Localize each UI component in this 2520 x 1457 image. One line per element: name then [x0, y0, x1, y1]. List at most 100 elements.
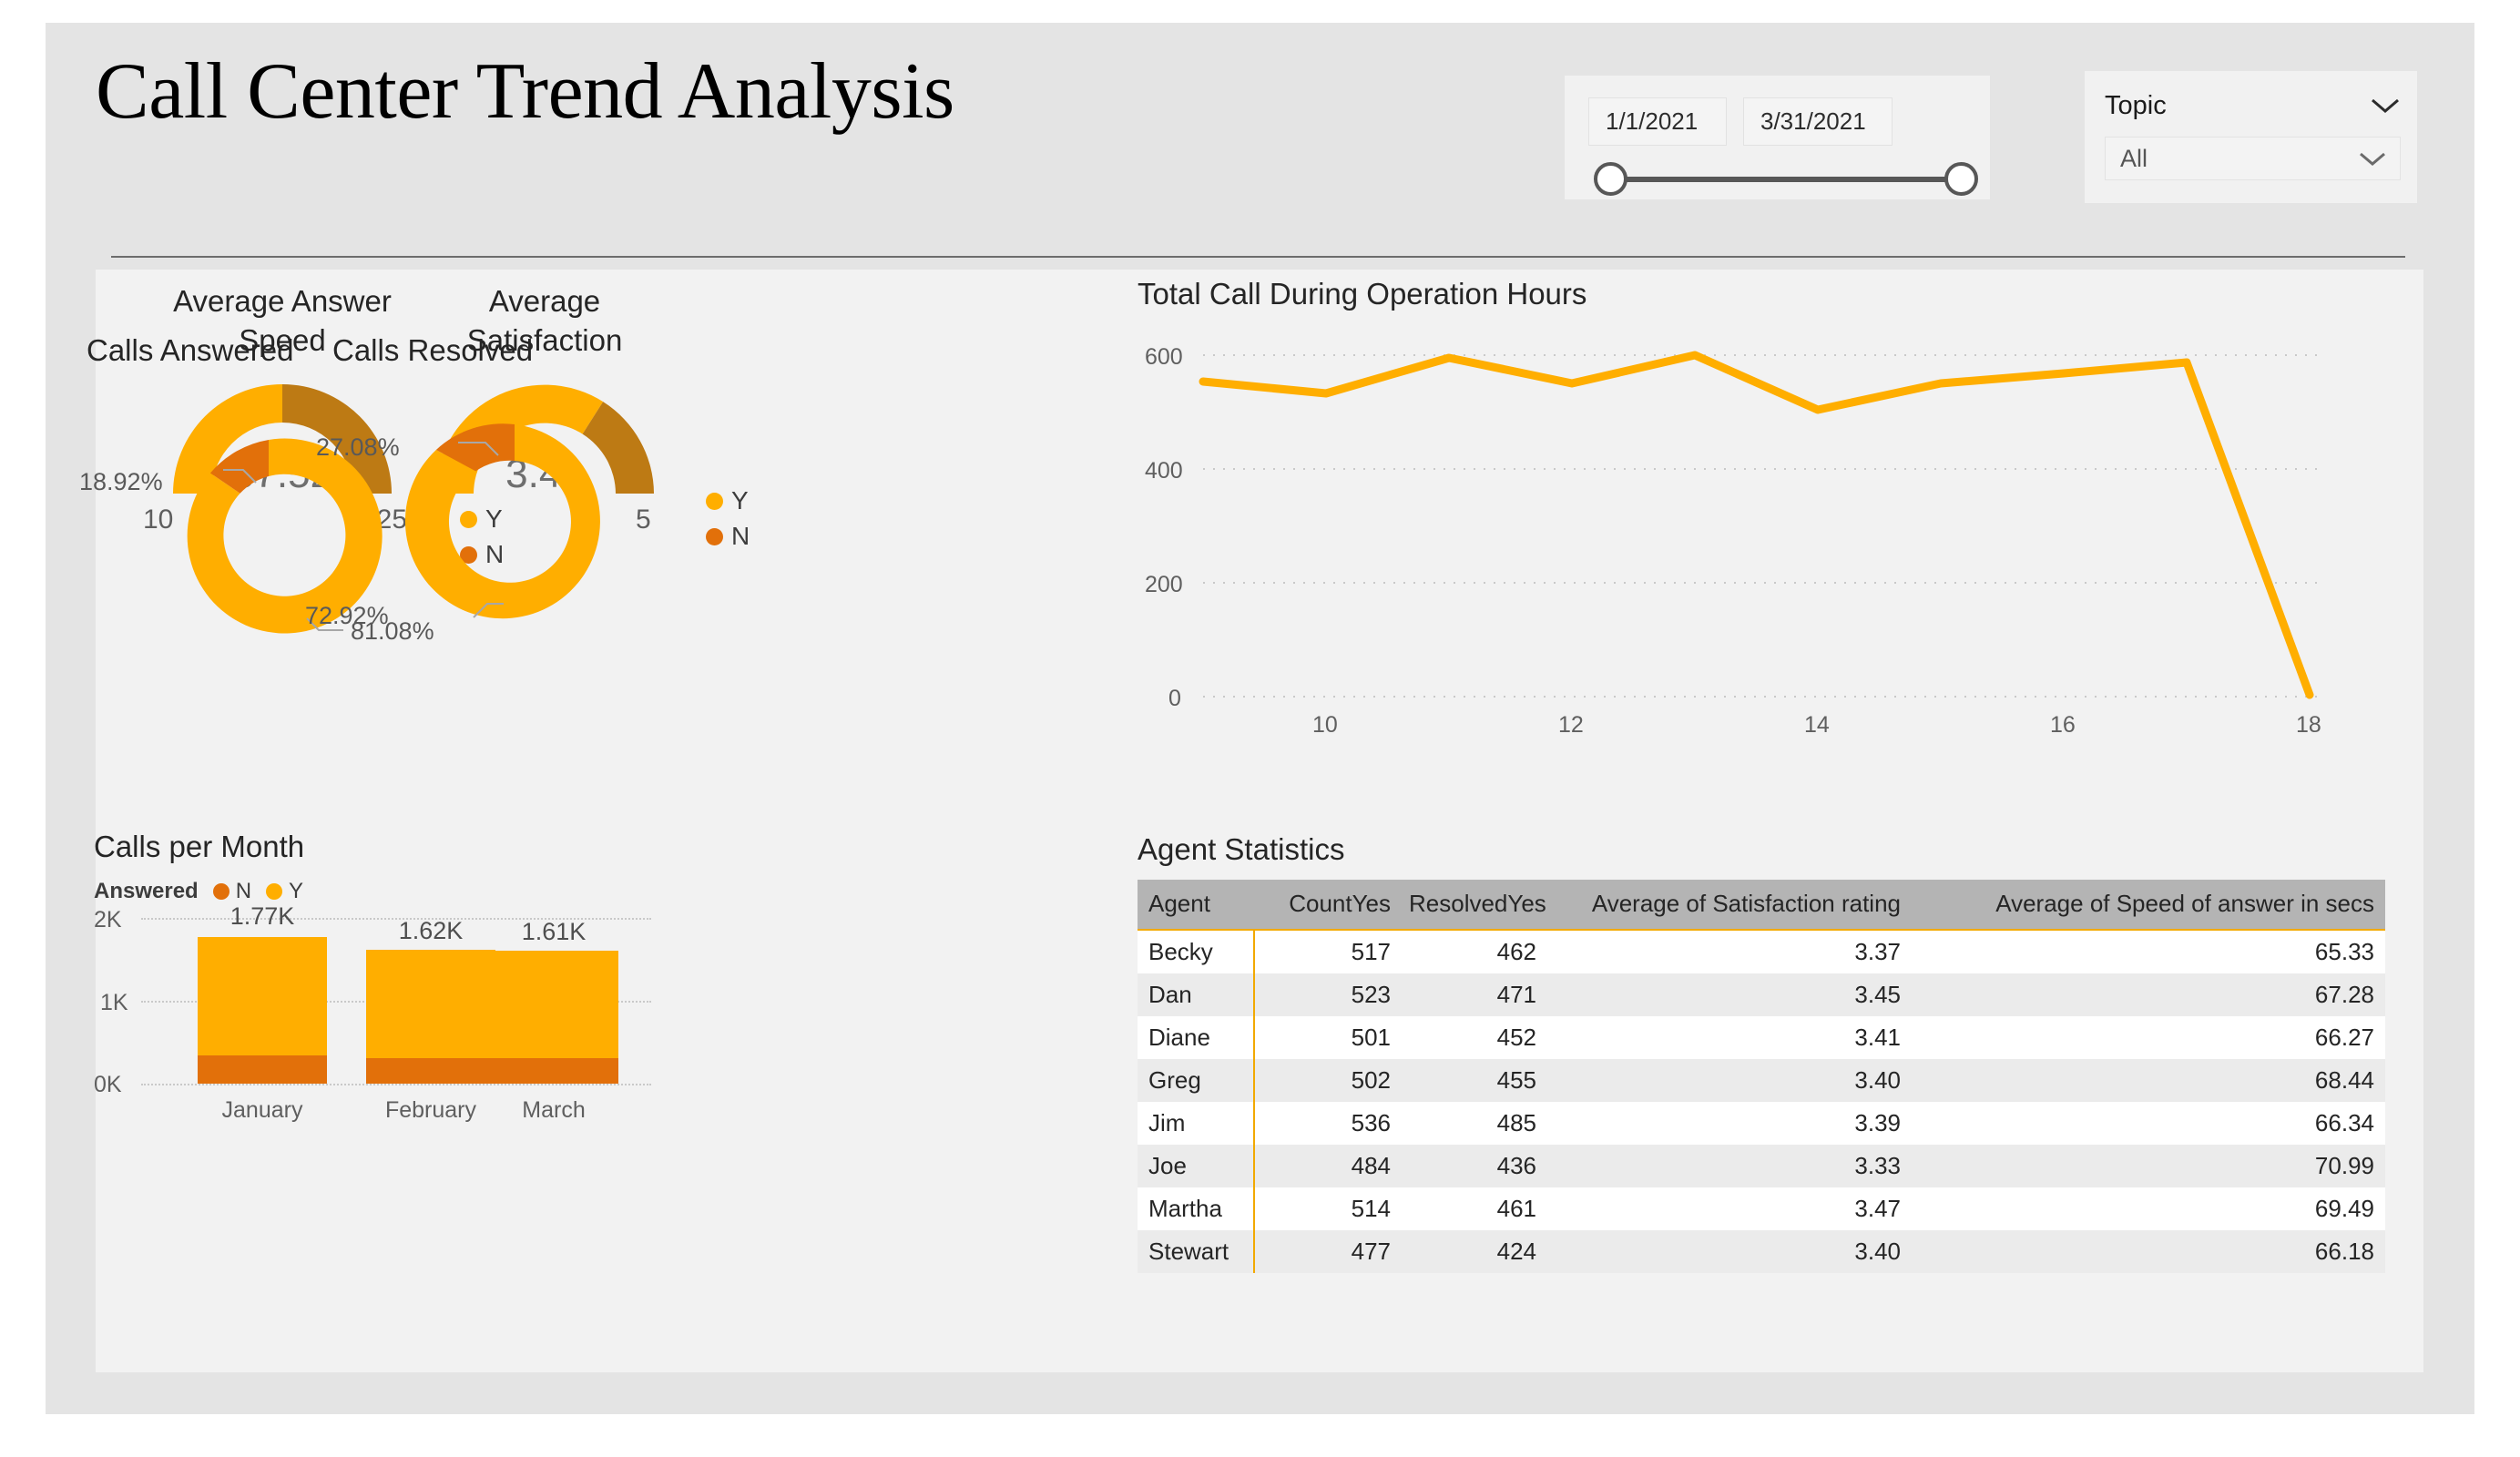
column-header-avg-speed[interactable]: Average of Speed of answer in secs	[1910, 880, 2385, 931]
cell-countyes: 517	[1254, 930, 1400, 973]
cell-speed: 65.33	[1910, 930, 2385, 973]
cell-agent: Greg	[1138, 1059, 1255, 1102]
date-end-field[interactable]: 3/31/2021	[1743, 97, 1893, 146]
column-header-agent[interactable]: Agent	[1138, 880, 1254, 931]
cell-agent: Dan	[1138, 973, 1255, 1016]
x-axis-tick: March	[522, 1097, 586, 1123]
table-row[interactable]: Martha 514 461 3.47 69.49	[1138, 1187, 2385, 1230]
date-slider-track[interactable]	[1616, 177, 1956, 182]
cell-speed: 67.28	[1910, 973, 2385, 1016]
bar-march-y[interactable]	[489, 951, 618, 1058]
cell-countyes: 477	[1254, 1230, 1400, 1273]
y-axis-tick: 0K	[94, 1072, 122, 1097]
donut-legend-item-y[interactable]: Y	[706, 486, 749, 515]
chart-calls-per-month[interactable]: Calls per Month Answered N Y 2K 1K 0K 1.…	[77, 830, 988, 1340]
legend-label: N	[235, 879, 252, 903]
legend-label: Y	[731, 486, 749, 515]
x-axis-tick: 16	[2050, 712, 2076, 738]
cell-agent: Martha	[1138, 1187, 1255, 1230]
content-panel: Average Answer Speed 67.52 10 125 Averag…	[79, 270, 2423, 1372]
bar-january-n[interactable]	[198, 1055, 327, 1084]
cell-satisfaction: 3.41	[1546, 1016, 1910, 1059]
donut-slice-label-n: 18.92%	[79, 468, 163, 495]
x-axis-tick: 18	[2296, 712, 2321, 738]
x-axis-tick: January	[221, 1097, 303, 1123]
topic-selected-value: All	[2120, 144, 2148, 172]
page-title: Call Center Trend Analysis	[96, 47, 954, 136]
y-axis-tick: 2K	[94, 907, 122, 932]
donut-legend-item-n[interactable]: N	[706, 522, 750, 551]
line-chart-svg	[1199, 351, 2317, 699]
cell-satisfaction: 3.37	[1546, 930, 1910, 973]
table-row[interactable]: Becky 517 462 3.37 65.33	[1138, 930, 2385, 973]
cell-satisfaction: 3.33	[1546, 1145, 1910, 1187]
x-axis-tick: February	[384, 1097, 477, 1123]
table-row[interactable]: Joe 484 436 3.33 70.99	[1138, 1145, 2385, 1187]
chart-title: Calls per Month	[94, 830, 305, 863]
cell-resolvedyes: 436	[1400, 1145, 1546, 1187]
table-row[interactable]: Stewart 477 424 3.40 66.18	[1138, 1230, 2385, 1273]
cell-resolvedyes: 461	[1400, 1187, 1546, 1230]
topic-dropdown[interactable]: All	[2105, 137, 2401, 180]
legend-color-swatch	[706, 492, 723, 510]
date-start-field[interactable]: 1/1/2021	[1588, 97, 1727, 146]
cell-speed: 69.49	[1910, 1187, 2385, 1230]
cell-agent: Becky	[1138, 930, 1255, 973]
bar-data-label: 1.77K	[230, 902, 295, 930]
cell-satisfaction: 3.40	[1546, 1230, 1910, 1273]
cell-agent: Diane	[1138, 1016, 1255, 1059]
donut-title: Calls Resolved	[332, 333, 534, 367]
topic-slicer[interactable]: Topic All	[2085, 71, 2417, 203]
table-row[interactable]: Greg 502 455 3.40 68.44	[1138, 1059, 2385, 1102]
cell-speed: 66.18	[1910, 1230, 2385, 1273]
cell-countyes: 536	[1254, 1102, 1400, 1145]
cell-speed: 66.34	[1910, 1102, 2385, 1145]
cell-countyes: 523	[1254, 973, 1400, 1016]
legend-title: Answered	[94, 879, 199, 903]
cell-speed: 70.99	[1910, 1145, 2385, 1187]
cell-agent: Jim	[1138, 1102, 1255, 1145]
chevron-down-icon[interactable]	[2358, 150, 2387, 168]
donut-title: Calls Answered	[87, 333, 294, 367]
agent-statistics-table: Agent CountYes ResolvedYes Average of Sa…	[1138, 880, 2385, 1273]
gridline	[141, 1084, 651, 1085]
chart-total-call-operation-hours[interactable]: Total Call During Operation Hours 600 40…	[1138, 277, 2385, 738]
cell-resolvedyes: 452	[1400, 1016, 1546, 1059]
column-header-avg-satisfaction[interactable]: Average of Satisfaction rating	[1546, 880, 1910, 931]
donut-slice-label-y: 72.92%	[305, 602, 389, 629]
cell-resolvedyes: 485	[1400, 1102, 1546, 1145]
table-row[interactable]: Diane 501 452 3.41 66.27	[1138, 1016, 2385, 1059]
table-title: Agent Statistics	[1138, 832, 1345, 866]
x-axis-tick: 14	[1804, 712, 1830, 738]
bar-february-n[interactable]	[366, 1058, 495, 1084]
legend-label: N	[731, 522, 750, 550]
legend-color-swatch	[212, 883, 230, 900]
cell-satisfaction: 3.47	[1546, 1187, 1910, 1230]
table-row[interactable]: Dan 523 471 3.45 67.28	[1138, 973, 2385, 1016]
cell-resolvedyes: 424	[1400, 1230, 1546, 1273]
date-slider-handle-left[interactable]	[1594, 162, 1627, 196]
table-agent-statistics[interactable]: Agent Statistics Agent CountYes Resolved…	[1138, 832, 2385, 1306]
chevron-down-icon[interactable]	[2370, 97, 2401, 115]
column-header-resolvedyes[interactable]: ResolvedYes	[1400, 880, 1546, 931]
cell-agent: Stewart	[1138, 1230, 1255, 1273]
header-divider	[111, 256, 2405, 258]
topic-slicer-header[interactable]: Topic	[2105, 84, 2401, 127]
cell-resolvedyes: 462	[1400, 930, 1546, 973]
cell-countyes: 502	[1254, 1059, 1400, 1102]
legend-color-swatch	[706, 527, 723, 545]
chart-legend[interactable]: Answered N Y	[94, 879, 303, 904]
cell-satisfaction: 3.40	[1546, 1059, 1910, 1102]
bar-february-y[interactable]	[366, 950, 495, 1058]
date-range-slicer[interactable]: 1/1/2021 3/31/2021	[1565, 76, 1990, 199]
table-row[interactable]: Jim 536 485 3.39 66.34	[1138, 1102, 2385, 1145]
date-slider-handle-right[interactable]	[1944, 162, 1978, 196]
bar-march-n[interactable]	[489, 1058, 618, 1084]
x-axis-tick: 10	[1312, 712, 1338, 738]
bar-january-y[interactable]	[198, 937, 327, 1055]
legend-color-swatch	[266, 883, 283, 900]
column-header-countyes[interactable]: CountYes	[1254, 880, 1400, 931]
x-axis-tick: 12	[1558, 712, 1584, 738]
cell-agent: Joe	[1138, 1145, 1255, 1187]
cell-satisfaction: 3.45	[1546, 973, 1910, 1016]
